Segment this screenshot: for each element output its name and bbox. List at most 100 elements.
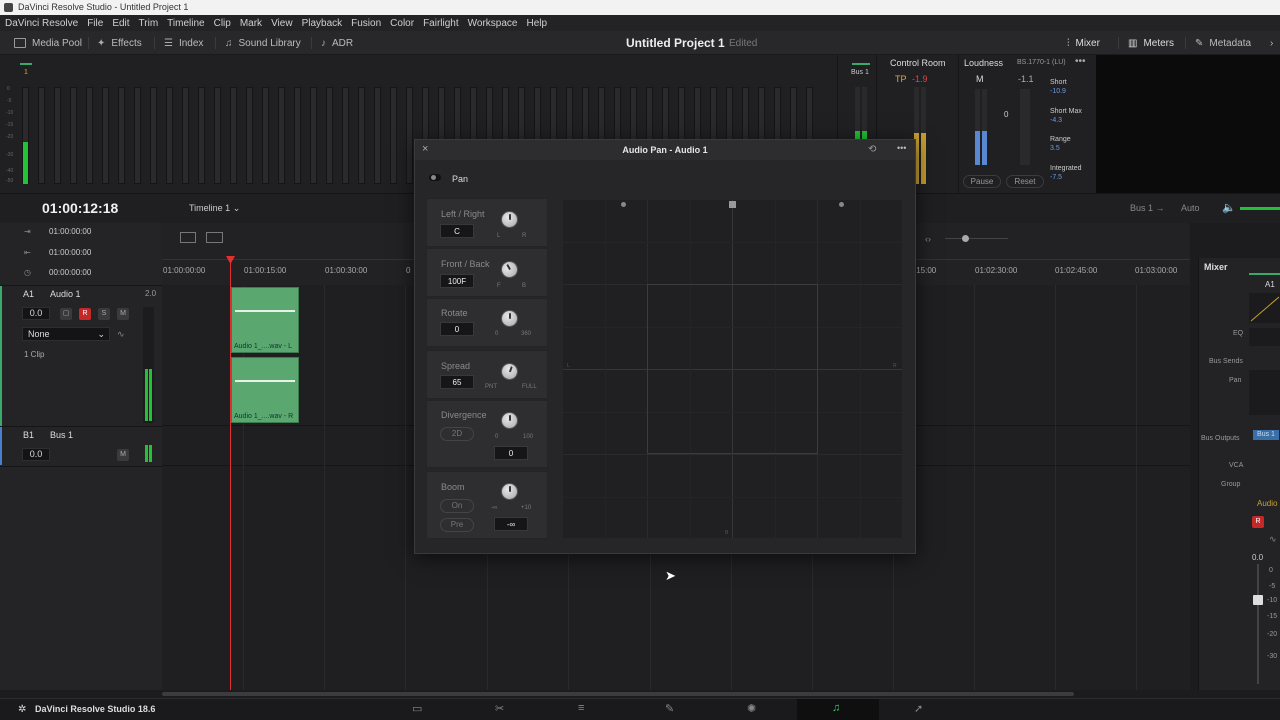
menu-item[interactable]: View: [271, 18, 293, 29]
menu-item[interactable]: Help: [526, 18, 547, 29]
divergence-knob[interactable]: [501, 412, 518, 429]
rotate-label: Rotate: [441, 308, 468, 318]
menu-item[interactable]: Trim: [139, 18, 159, 29]
reset-button[interactable]: Reset: [1006, 175, 1044, 188]
track-effect-select[interactable]: None ⌄: [22, 327, 110, 341]
bus-output-value[interactable]: Bus 1: [1253, 430, 1279, 440]
front-back-value[interactable]: 100F: [440, 274, 474, 288]
metadata-button[interactable]: ✎ Metadata: [1195, 31, 1251, 55]
menu-item[interactable]: Edit: [112, 18, 129, 29]
pan-grid[interactable]: L R B: [563, 200, 902, 538]
left-right-value[interactable]: C: [440, 224, 474, 238]
mute-button[interactable]: M: [117, 308, 129, 320]
pan-position-handle[interactable]: [729, 201, 736, 208]
close-button[interactable]: ×: [422, 143, 428, 155]
pause-button[interactable]: Pause: [963, 175, 1001, 188]
color-page-icon[interactable]: ✺: [747, 702, 756, 715]
menu-item[interactable]: DaVinci Resolve: [5, 18, 78, 29]
options-icon[interactable]: •••: [897, 143, 906, 153]
media-pool-button[interactable]: Media Pool: [14, 31, 82, 55]
track-meter-fill: [149, 369, 152, 421]
boom-on-button[interactable]: On: [440, 499, 474, 513]
eq-thumbnail[interactable]: [1249, 328, 1280, 346]
master-volume-slider[interactable]: [1240, 207, 1280, 210]
menu-item[interactable]: Workspace: [468, 18, 518, 29]
chevron-right-icon[interactable]: ›: [1270, 31, 1273, 55]
meters-button[interactable]: ▥ Meters: [1128, 31, 1174, 55]
boom-knob[interactable]: [501, 483, 518, 500]
zoom-slider-handle[interactable]: [962, 235, 969, 242]
rotate-knob[interactable]: [501, 310, 518, 327]
menu-item[interactable]: Fairlight: [423, 18, 459, 29]
bus-mute-button[interactable]: M: [117, 449, 129, 461]
timeline-selector[interactable]: Timeline 1 ⌄: [189, 203, 240, 214]
track-name[interactable]: Audio 1: [50, 289, 81, 299]
menu-item[interactable]: File: [87, 18, 103, 29]
zoom-slider[interactable]: [945, 238, 1008, 239]
track-volume-field[interactable]: 0.0: [22, 307, 50, 320]
playhead[interactable]: [230, 258, 231, 690]
bus-volume-field[interactable]: 0.0: [22, 448, 50, 461]
cut-page-icon[interactable]: ✂: [495, 702, 504, 715]
rotate-value[interactable]: 0: [440, 322, 474, 336]
menu-item[interactable]: Fusion: [351, 18, 381, 29]
mixer-automation-icon[interactable]: ∿: [1269, 534, 1277, 545]
lock-icon[interactable]: ▢: [60, 308, 72, 320]
media-page-icon[interactable]: ▭: [412, 702, 422, 715]
deliver-page-icon[interactable]: ➚: [914, 702, 923, 715]
timeline-name: Timeline 1: [189, 203, 231, 213]
boom-pre-button[interactable]: Pre: [440, 518, 474, 532]
mixer-pan-control[interactable]: [1249, 370, 1280, 415]
bus-track-id: B1: [23, 430, 35, 440]
audio-clip-left[interactable]: Audio 1_....wav - L: [231, 287, 299, 353]
spread-value[interactable]: 65: [440, 375, 474, 389]
mixer-fader-track[interactable]: [1257, 564, 1259, 684]
menu-item[interactable]: Playback: [302, 18, 343, 29]
divergence-value[interactable]: 0: [494, 446, 528, 460]
mixer-button[interactable]: ⫶ Mixer: [1067, 31, 1100, 55]
adr-button[interactable]: ♪ ADR: [321, 31, 353, 55]
boom-label: Boom: [441, 482, 465, 492]
bus-route-label: Bus 1: [1130, 203, 1154, 213]
meter-scale-label: -30: [6, 152, 14, 158]
pan-toggle[interactable]: [429, 174, 441, 181]
bus-route[interactable]: Bus 1 →: [1130, 203, 1165, 213]
sound-library-button[interactable]: ♫ Sound Library: [225, 31, 301, 55]
menu-item[interactable]: Timeline: [167, 18, 204, 29]
record-arm-button[interactable]: R: [79, 308, 91, 320]
index-button[interactable]: ☰ Index: [164, 31, 203, 55]
divergence-mode-button[interactable]: 2D: [440, 427, 474, 441]
effects-button[interactable]: ✦ Effects: [97, 31, 142, 55]
edit-page-icon[interactable]: ≡: [578, 702, 584, 714]
speaker-icon[interactable]: 🔈: [1222, 201, 1236, 214]
knob-min: L: [497, 233, 501, 239]
left-right-knob[interactable]: [501, 211, 518, 228]
fusion-page-icon[interactable]: ✎: [665, 702, 674, 715]
bus-track-name[interactable]: Bus 1: [50, 430, 73, 440]
menu-item[interactable]: Mark: [240, 18, 262, 29]
automation-icon[interactable]: ∿: [117, 329, 125, 340]
menu-item[interactable]: Clip: [214, 18, 231, 29]
mixer-record-button[interactable]: R: [1252, 516, 1264, 528]
zoom-icon[interactable]: ‹›: [925, 234, 931, 244]
fairlight-page-icon[interactable]: ♫: [832, 702, 840, 714]
speaker-dot: [621, 202, 626, 207]
timeline-scrollbar[interactable]: [162, 692, 1074, 696]
boom-value[interactable]: -∞: [494, 517, 528, 531]
reset-icon[interactable]: ⟲: [868, 144, 876, 155]
audio-clip-right[interactable]: Audio 1_....wav - R: [231, 357, 299, 423]
spread-knob[interactable]: [498, 360, 521, 383]
mixer-dynamics-graph[interactable]: [1249, 293, 1280, 323]
waveform-view-icon[interactable]: [206, 232, 223, 243]
dialog-title: Audio Pan - Audio 1: [415, 140, 915, 160]
clip-view-icon[interactable]: [180, 232, 196, 243]
mixer-fader-handle[interactable]: [1253, 595, 1263, 605]
automation-mode[interactable]: Auto: [1181, 203, 1200, 213]
solo-button[interactable]: S: [98, 308, 110, 320]
front-back-knob[interactable]: [497, 257, 522, 282]
more-icon[interactable]: •••: [1075, 56, 1086, 67]
track-channel-format: 2.0: [145, 289, 157, 298]
front-back-control: Front / Back 100F F B: [426, 248, 548, 297]
clip-name: Audio 1_....wav - R: [234, 413, 294, 420]
menu-item[interactable]: Color: [390, 18, 414, 29]
